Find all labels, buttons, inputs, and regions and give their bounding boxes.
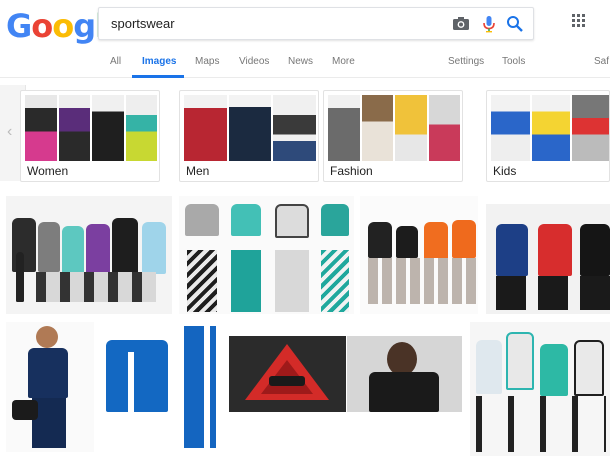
chip-kids[interactable]: Kids [486, 90, 610, 182]
tab-all[interactable]: All [110, 56, 121, 67]
tab-tools[interactable]: Tools [502, 56, 525, 67]
chip-label: Kids [493, 164, 517, 178]
image-result[interactable] [6, 196, 172, 314]
chevron-left-icon: ‹ [7, 123, 13, 140]
image-result[interactable] [360, 196, 478, 314]
chip-women[interactable]: Women [20, 90, 160, 182]
chip-label: Women [27, 164, 69, 178]
camera-icon[interactable] [451, 14, 471, 34]
tab-settings[interactable]: Settings [448, 56, 484, 67]
image-result[interactable] [347, 336, 462, 412]
tab-images[interactable]: Images [142, 56, 176, 67]
microphone-icon[interactable] [479, 14, 499, 34]
tab-videos[interactable]: Videos [239, 56, 269, 67]
active-tab-indicator [132, 75, 184, 78]
chip-thumbnails [328, 95, 460, 161]
image-result[interactable] [178, 322, 224, 452]
tab-news[interactable]: News [288, 56, 313, 67]
logo-letter: o [31, 7, 53, 45]
image-result[interactable] [6, 322, 94, 452]
chip-label: Men [186, 164, 210, 178]
logo-letter: o [52, 7, 74, 45]
chip-thumbnails [491, 95, 609, 161]
tab-safesearch[interactable]: Saf [594, 56, 609, 67]
chip-fashion[interactable]: Fashion [323, 90, 463, 182]
image-result[interactable] [179, 196, 354, 314]
apps-grid-icon[interactable] [572, 14, 586, 28]
search-input[interactable]: sportswear [111, 16, 175, 31]
image-result[interactable] [100, 322, 172, 452]
chip-men[interactable]: Men [179, 90, 319, 182]
logo-letter: g [73, 7, 96, 45]
tab-maps[interactable]: Maps [195, 56, 219, 67]
related-searches: ‹ Women Men Fashion Kids [0, 79, 610, 187]
search-box[interactable]: sportswear [98, 7, 534, 40]
chip-thumbnails [184, 95, 317, 161]
image-result[interactable] [486, 204, 610, 314]
search-icon[interactable] [505, 14, 525, 34]
tab-more[interactable]: More [332, 56, 355, 67]
chip-thumbnails [25, 95, 157, 161]
search-tabs: All Images Maps Videos News More Setting… [0, 48, 610, 78]
image-result[interactable] [470, 322, 610, 456]
image-result[interactable] [229, 336, 346, 412]
chip-label: Fashion [330, 164, 373, 178]
image-results [0, 190, 610, 466]
logo-letter: G [6, 7, 32, 45]
